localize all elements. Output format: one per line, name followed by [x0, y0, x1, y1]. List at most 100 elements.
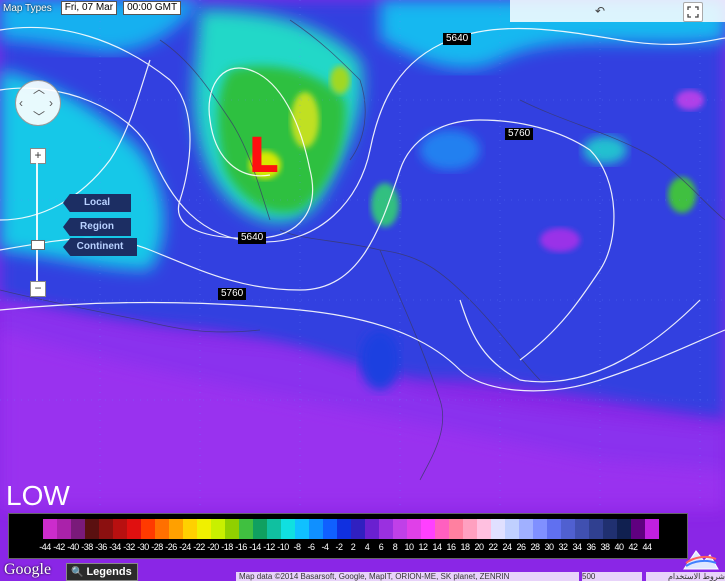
- zoom-in-button[interactable]: +: [30, 148, 46, 164]
- legend-ticks: -44 -42 -40 -38 -36 -34 -32 -30 -28 -26 -24 -22 -20-…: [38, 542, 654, 552]
- legend-swatch: [519, 519, 533, 539]
- legend-swatch: [561, 519, 575, 539]
- legend-tick-label: 12: [418, 542, 428, 552]
- legend-tick-label: 38: [600, 542, 610, 552]
- legend-tick-label: 8: [392, 542, 398, 552]
- zoom-out-button[interactable]: −: [30, 281, 46, 297]
- legend-tick-label: -4: [321, 542, 329, 552]
- legend-tick-label: -18: [221, 542, 233, 552]
- zoom-local-button[interactable]: Local: [63, 194, 131, 212]
- legends-button[interactable]: 🔍 Legends: [66, 563, 138, 581]
- legend-swatch: [169, 519, 183, 539]
- legend-tick-label: 4: [364, 542, 370, 552]
- legend-tick-label: -24: [179, 542, 191, 552]
- legend-swatch: [351, 519, 365, 539]
- legend-tick-label: 42: [628, 542, 638, 552]
- legend-tick-label: 18: [460, 542, 470, 552]
- legend-tick-label: -16: [235, 542, 247, 552]
- search-icon: 🔍: [71, 567, 84, 578]
- legend-tick-label: -10: [277, 542, 289, 552]
- contour-label: 5760: [505, 128, 534, 140]
- legend-tick-label: 22: [488, 542, 498, 552]
- legend-swatch: [603, 519, 617, 539]
- legend-swatch: [421, 519, 435, 539]
- legend-swatch: [141, 519, 155, 539]
- legend-tick-label: -38: [81, 542, 93, 552]
- zoom-slider-track[interactable]: [36, 162, 38, 282]
- legend-tick-label: -42: [53, 542, 65, 552]
- legend-swatch: [323, 519, 337, 539]
- legend-tick-label: 2: [350, 542, 356, 552]
- legend-tick-label: -14: [249, 542, 261, 552]
- legend-swatch: [267, 519, 281, 539]
- legend-swatch: [127, 519, 141, 539]
- legend-swatch: [645, 519, 659, 539]
- legend-swatch: [43, 519, 57, 539]
- fullscreen-icon[interactable]: [683, 2, 703, 22]
- legend-tick-label: 26: [516, 542, 526, 552]
- legend-tick-label: -40: [67, 542, 79, 552]
- legend-swatch: [547, 519, 561, 539]
- legend-tick-label: 14: [432, 542, 442, 552]
- legend-swatch: [393, 519, 407, 539]
- legend-tick-label: -30: [137, 542, 149, 552]
- legend-tick-label: 32: [558, 542, 568, 552]
- provider-logo-icon: [683, 550, 719, 570]
- legend-tick-label: -32: [123, 542, 135, 552]
- legend-swatch: [239, 519, 253, 539]
- legend-swatch: [197, 519, 211, 539]
- legend-swatch: [477, 519, 491, 539]
- zoom-region-button[interactable]: Region: [63, 218, 131, 236]
- legend-tick-label: -44: [39, 542, 51, 552]
- time-display[interactable]: 00:00 GMT: [123, 1, 182, 15]
- pan-down-icon[interactable]: ﹀: [33, 111, 45, 123]
- map-types-button[interactable]: Map Types: [0, 3, 55, 14]
- legend-tick-label: 24: [502, 542, 512, 552]
- legend-tick-label: 40: [614, 542, 624, 552]
- weather-map[interactable]: [0, 0, 725, 581]
- legend-swatch: [155, 519, 169, 539]
- legend-tick-label: -28: [151, 542, 163, 552]
- legend-swatch: [631, 519, 645, 539]
- legend-swatch: [281, 519, 295, 539]
- legend-swatch: [225, 519, 239, 539]
- date-display[interactable]: Fri, 07 Mar: [60, 1, 118, 15]
- legend-swatch: [113, 519, 127, 539]
- legend-tick-label: -2: [335, 542, 343, 552]
- legend-tick-label: 10: [404, 542, 414, 552]
- color-legend: -44 -42 -40 -38 -36 -34 -32 -30 -28 -26 -24 -22 -20-…: [8, 513, 688, 559]
- legend-tick-label: 16: [446, 542, 456, 552]
- rotate-icon[interactable]: ↶: [585, 0, 615, 22]
- legend-swatch: [211, 519, 225, 539]
- legend-swatch: [505, 519, 519, 539]
- pan-up-icon[interactable]: ︿: [33, 83, 45, 95]
- zoom-slider-thumb[interactable]: [31, 240, 45, 250]
- pan-right-icon[interactable]: ›: [49, 97, 53, 109]
- legend-swatch: [99, 519, 113, 539]
- terms-link[interactable]: شروط الاستخدام: [646, 572, 725, 581]
- legend-swatch: [617, 519, 631, 539]
- pan-control-icon[interactable]: ︿ ﹀ ‹ ›: [15, 80, 61, 126]
- legend-tick-label: 36: [586, 542, 596, 552]
- legend-swatch: [589, 519, 603, 539]
- top-right-controls: ↶: [510, 0, 725, 22]
- legend-swatch: [533, 519, 547, 539]
- legend-tick-label: -26: [165, 542, 177, 552]
- legend-tick-label: 28: [530, 542, 540, 552]
- legend-tick-label: 20: [474, 542, 484, 552]
- legend-tick-label: 6: [378, 542, 384, 552]
- legend-swatch: [57, 519, 71, 539]
- legend-tick-label: -34: [109, 542, 121, 552]
- contour-label: 5640: [443, 33, 472, 45]
- google-logo[interactable]: Google: [4, 561, 51, 579]
- zoom-continent-button[interactable]: Continent: [63, 238, 137, 256]
- legend-tick-label: 34: [572, 542, 582, 552]
- legend-swatch: [365, 519, 379, 539]
- legend-swatch: [449, 519, 463, 539]
- legend-swatch: [575, 519, 589, 539]
- legend-swatch: [71, 519, 85, 539]
- pan-left-icon[interactable]: ‹: [19, 97, 23, 109]
- legend-tick-label: -36: [95, 542, 107, 552]
- contour-label: 5760: [218, 288, 247, 300]
- legend-swatch: [407, 519, 421, 539]
